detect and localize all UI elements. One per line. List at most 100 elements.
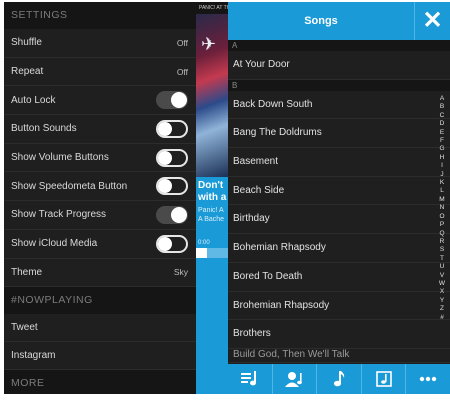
index-letter[interactable]: N [440,204,445,212]
music-note-icon [333,371,345,387]
list-item[interactable]: Basement [228,148,450,177]
index-letter[interactable]: F [440,137,444,145]
settings-row-repeat[interactable]: Repeat Off [4,58,196,87]
settings-row-theme[interactable]: Theme Sky [4,259,196,288]
now-playing-strip[interactable]: PANIC! AT THE ✈ Don't with a Panic! A A … [196,2,228,394]
list-item[interactable]: Bohemian Rhapsody [228,234,450,263]
settings-row-label: Repeat [11,66,44,78]
show-volume-buttons-toggle[interactable] [156,148,188,167]
playlist-icon [240,371,256,386]
list-item[interactable]: Birthday [228,205,450,235]
list-item[interactable]: Build God, Then We'll Talk [228,349,450,363]
settings-row-label: Auto Lock [11,94,56,106]
list-item[interactable]: Bang The Doldrums [228,119,450,149]
index-letter[interactable]: M [439,196,444,204]
index-letter[interactable]: X [440,288,444,296]
songs-title: Songs [304,15,338,27]
settings-row-show-volume-buttons: Show Volume Buttons [4,144,196,173]
settings-row-label: Show Speedometa Button [11,180,128,192]
list-item[interactable]: At Your Door [228,51,450,80]
close-button[interactable]: ✕ [414,2,450,40]
toggle-knob [158,179,172,194]
settings-row-shuffle[interactable]: Shuffle Off [4,29,196,58]
list-item[interactable]: Beach Side [228,177,450,206]
alphabet-index[interactable]: A B C D E F G H I J K L M N O P Q R S T U V W X Y Z # [436,95,448,322]
auto-lock-toggle[interactable] [156,91,188,110]
settings-row-button-sounds: Button Sounds [4,115,196,144]
more-icon [419,376,437,382]
album-icon [375,371,392,387]
list-item[interactable]: Back Down South [228,91,450,120]
settings-row-value: Sky [173,267,188,278]
settings-panel: SETTINGS Shuffle Off Repeat Off Auto Loc… [4,2,196,394]
index-letter[interactable]: W [439,280,445,288]
settings-row-label: Show Volume Buttons [11,152,109,164]
index-letter[interactable]: C [440,112,445,120]
index-letter[interactable]: G [439,145,444,153]
toggle-knob [171,206,187,223]
more-section-header: MORE [4,370,196,394]
show-speedometa-button-toggle[interactable] [156,177,188,196]
settings-row-label: Shuffle [11,37,42,49]
section-letter: B [228,79,450,91]
button-sounds-toggle[interactable] [156,119,188,138]
settings-row-show-speedometa-button: Show Speedometa Button [4,172,196,202]
list-item[interactable]: Brohemian Rhapsody [228,292,450,321]
settings-row-show-track-progress: Show Track Progress [4,201,196,230]
index-letter[interactable]: R [440,238,445,246]
tab-artists[interactable] [273,364,318,394]
tab-more[interactable] [406,364,450,394]
show-icloud-media-toggle[interactable] [156,234,188,253]
track-title: Don't [198,180,224,191]
nowplaying-section-header: #NOWPLAYING [4,287,196,315]
toggle-knob [158,150,172,165]
list-item[interactable]: Bored To Death [228,263,450,292]
index-letter[interactable]: T [440,255,444,263]
index-letter[interactable]: I [441,162,443,170]
instagram-item[interactable]: Instagram [4,342,196,371]
album-art: ✈ [196,14,228,177]
settings-row-show-icloud-media: Show iCloud Media [4,230,196,259]
index-letter[interactable]: Q [439,230,444,238]
index-letter[interactable]: U [440,263,445,271]
index-letter[interactable]: L [440,187,444,195]
index-letter[interactable]: B [440,103,444,111]
progress-bar[interactable] [196,248,228,258]
index-letter[interactable]: # [440,314,444,322]
tweet-item[interactable]: Tweet [4,314,196,343]
tab-playlists[interactable] [228,364,273,394]
index-letter[interactable]: K [440,179,444,187]
toggle-knob [171,92,187,109]
section-letter: A [228,40,450,51]
toggle-knob [158,236,172,251]
settings-row-label: Theme [11,266,43,278]
settings-row-label: Show Track Progress [11,209,107,221]
index-letter[interactable]: H [440,154,445,162]
settings-row-value: Off [176,66,188,77]
index-letter[interactable]: A [440,95,444,103]
index-letter[interactable]: P [440,221,444,229]
close-icon: ✕ [422,7,443,34]
index-letter[interactable]: J [440,171,443,179]
songs-panel: Songs ✕ A At Your Door B Back Down South… [228,2,450,394]
index-letter[interactable]: E [440,129,444,137]
index-letter[interactable]: O [439,213,444,221]
artist-icon [285,372,303,387]
settings-row-label: Show iCloud Media [11,238,98,250]
elapsed-time: 0:00 [198,240,210,246]
index-letter[interactable]: Y [440,297,444,305]
progress-fill [196,248,208,258]
track-album: A Bache [198,216,225,223]
tab-songs[interactable] [317,364,362,394]
index-letter[interactable]: D [440,120,445,128]
index-letter[interactable]: S [440,246,444,254]
settings-row-auto-lock: Auto Lock [4,86,196,116]
songs-header: Songs ✕ [228,2,450,40]
tab-albums[interactable] [362,364,407,394]
index-letter[interactable]: V [440,272,444,280]
show-track-progress-toggle[interactable] [156,205,188,224]
track-artist: Panic! A [198,207,224,214]
list-item[interactable]: Brothers [228,320,450,349]
bird-icon: ✈ [201,34,217,54]
index-letter[interactable]: Z [440,305,444,313]
